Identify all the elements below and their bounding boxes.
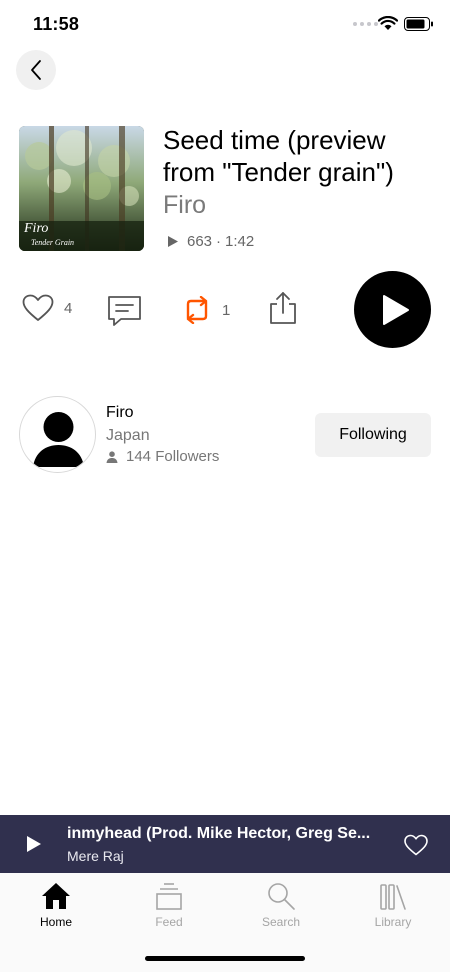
stats-separator: · [216, 233, 222, 250]
play-button[interactable] [354, 271, 431, 348]
library-icon [380, 884, 406, 910]
share-icon [270, 292, 296, 324]
heart-icon [22, 294, 54, 321]
tab-label-feed: Feed [155, 915, 183, 929]
mini-player-artist: Mere Raj [67, 848, 124, 864]
comment-button[interactable] [107, 295, 142, 332]
track-title: Seed time (preview from "Tender grain") [163, 125, 394, 187]
mini-play-icon[interactable] [26, 835, 42, 853]
like-count: 4 [64, 299, 73, 317]
home-icon [42, 883, 70, 909]
tab-feed[interactable]: Feed [124, 879, 214, 929]
tab-library[interactable]: Library [348, 879, 438, 929]
user-silhouette-icon [33, 412, 84, 467]
mini-heart-icon[interactable] [404, 834, 428, 856]
track-artwork[interactable]: Firo Tender Grain [19, 126, 144, 251]
mini-player-title: inmyhead (Prod. Mike Hector, Greg Se... [67, 825, 371, 842]
feed-icon [156, 883, 182, 910]
artwork-subtitle: Tender Grain [31, 238, 75, 247]
battery-icon [404, 17, 433, 31]
search-icon [268, 883, 295, 910]
tab-home[interactable]: Home [11, 879, 101, 929]
followers-count: 144 Followers [126, 448, 220, 465]
repost-icon [186, 296, 208, 324]
person-icon [106, 450, 118, 463]
repost-button[interactable]: 1 [180, 296, 230, 324]
artist-followers: 144 Followers [106, 448, 219, 465]
play-count-icon [168, 236, 178, 247]
tab-label-search: Search [261, 915, 301, 929]
artist-location: Japan [106, 427, 150, 444]
wifi-icon [378, 16, 398, 30]
track-duration: 1:42 [225, 233, 255, 250]
following-button[interactable]: Following [315, 413, 431, 457]
artwork-title: Firo [24, 221, 49, 236]
play-count: 663 [187, 233, 213, 250]
status-time: 11:58 [33, 14, 80, 34]
track-stats: 663 · 1:42 [168, 233, 254, 250]
artist-name[interactable]: Firo [106, 404, 134, 422]
track-artist[interactable]: Firo [163, 191, 206, 220]
tab-label-home: Home [39, 915, 72, 929]
signal-icon [353, 22, 378, 26]
repost-count: 1 [222, 301, 231, 319]
tab-search[interactable]: Search [236, 879, 326, 929]
mini-player[interactable]: inmyhead (Prod. Mike Hector, Greg Se... … [0, 815, 450, 873]
chevron-left-icon [31, 60, 41, 80]
status-bar: 11:58 [0, 0, 450, 48]
tab-label-library: Library [374, 915, 412, 929]
home-indicator [145, 956, 305, 961]
share-button[interactable] [268, 291, 298, 330]
artist-avatar[interactable] [19, 396, 96, 473]
back-button[interactable] [16, 50, 56, 90]
play-icon [382, 294, 409, 325]
comment-icon [108, 296, 141, 326]
like-button[interactable]: 4 [22, 294, 72, 322]
